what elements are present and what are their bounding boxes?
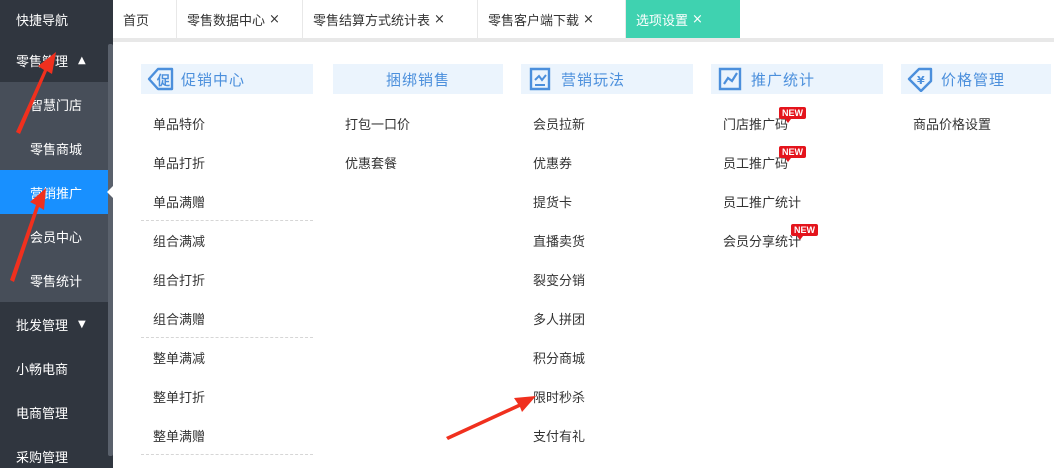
menu-item[interactable]: 员工推广统计 bbox=[711, 182, 883, 221]
menu-item[interactable]: 优惠套餐 bbox=[333, 143, 503, 182]
menu-item[interactable]: 支付有礼 bbox=[521, 416, 693, 455]
sidebar-quick-nav[interactable]: 快捷导航 bbox=[0, 0, 113, 38]
sidebar-retail-label: 零售管理 bbox=[16, 54, 69, 70]
column-title: 促销中心 bbox=[181, 70, 246, 89]
menu-item[interactable]: 整单满赠 bbox=[141, 416, 313, 455]
sidebar-item-label: 采购管理 bbox=[16, 450, 69, 466]
tab-label: 首页 bbox=[123, 13, 150, 29]
tab-retail-settlement[interactable]: 零售结算方式统计表 × bbox=[303, 0, 478, 38]
column-header[interactable]: 促 促销中心 bbox=[141, 64, 313, 94]
column-header[interactable]: 捆绑销售 bbox=[333, 64, 503, 94]
tab-label: 零售数据中心 bbox=[187, 13, 266, 29]
new-badge: NEW bbox=[791, 224, 818, 240]
menu-item-label: 员工推广统计 bbox=[723, 196, 802, 211]
column-title: 价格管理 bbox=[941, 70, 1006, 89]
sidebar-item-xiaochang-ecommerce[interactable]: 小畅电商 bbox=[0, 346, 113, 390]
menu-item[interactable]: 组合打折 bbox=[141, 260, 313, 299]
sidebar-item-member-center[interactable]: 会员中心 bbox=[0, 214, 113, 258]
chart-icon bbox=[715, 66, 745, 92]
sidebar-item-retail-stats[interactable]: 零售统计 bbox=[0, 258, 113, 302]
menu-item[interactable]: 门店推广码 NEW bbox=[711, 104, 883, 143]
menu-item[interactable]: 提货卡 bbox=[521, 182, 693, 221]
menu-item[interactable]: 组合满减 bbox=[141, 221, 313, 260]
sidebar-item-label: 电商管理 bbox=[16, 406, 69, 422]
sidebar-quick-nav-label: 快捷导航 bbox=[16, 13, 69, 29]
tab-retail-client-download[interactable]: 零售客户端下载 × bbox=[478, 0, 626, 38]
tab-label: 选项设置 bbox=[636, 13, 689, 29]
marketing-menu-panel: 促 促销中心 单品特价 单品打折 单品满赠 组合满减 组合打折 组合满赠 整单满… bbox=[113, 42, 1054, 468]
menu-item[interactable]: 优惠券 bbox=[521, 143, 693, 182]
new-badge: NEW bbox=[779, 146, 806, 162]
caret-down-icon: ▼ bbox=[78, 318, 86, 330]
svg-text:促: 促 bbox=[156, 73, 171, 89]
menu-item[interactable]: 单品特价 bbox=[141, 104, 313, 143]
column-header[interactable]: 营销玩法 bbox=[521, 64, 693, 94]
menu-item[interactable]: 商品价格设置 bbox=[901, 104, 1051, 143]
column-items: 会员拉新 优惠券 提货卡 直播卖货 裂变分销 多人拼团 积分商城 限时秒杀 支付… bbox=[521, 104, 693, 455]
menu-item[interactable]: 员工推广码 NEW bbox=[711, 143, 883, 182]
column-header[interactable]: 推广统计 bbox=[711, 64, 883, 94]
menu-item[interactable]: 打包一口价 bbox=[333, 104, 503, 143]
tab-home[interactable]: 首页 bbox=[113, 0, 177, 38]
menu-item[interactable]: 裂变分销 bbox=[521, 260, 693, 299]
column-marketing-play: 营销玩法 会员拉新 优惠券 提货卡 直播卖货 裂变分销 多人拼团 积分商城 限时… bbox=[521, 64, 693, 455]
menu-item-flash-sale[interactable]: 限时秒杀 bbox=[521, 377, 693, 416]
sidebar-wholesale-label: 批发管理 bbox=[16, 318, 69, 334]
menu-item[interactable]: 会员分享统计 NEW bbox=[711, 221, 883, 260]
column-items: 单品特价 单品打折 单品满赠 组合满减 组合打折 组合满赠 整单满减 整单打折 … bbox=[141, 104, 313, 455]
sidebar-item-label: 会员中心 bbox=[30, 230, 83, 246]
tab-option-settings[interactable]: 选项设置 × bbox=[626, 0, 740, 38]
menu-item[interactable]: 整单打折 bbox=[141, 377, 313, 416]
close-icon[interactable]: × bbox=[434, 12, 445, 27]
column-promotion-center: 促 促销中心 单品特价 单品打折 单品满赠 组合满减 组合打折 组合满赠 整单满… bbox=[141, 64, 313, 455]
close-icon[interactable]: × bbox=[269, 12, 280, 27]
menu-item[interactable]: 整单满减 bbox=[141, 338, 313, 377]
menu-item[interactable]: 单品打折 bbox=[141, 143, 313, 182]
column-header[interactable]: ¥ 价格管理 bbox=[901, 64, 1051, 94]
caret-up-icon: ▲ bbox=[78, 54, 86, 66]
close-icon[interactable]: × bbox=[583, 12, 594, 27]
svg-text:¥: ¥ bbox=[917, 74, 925, 87]
column-items: 门店推广码 NEW 员工推广码 NEW 员工推广统计 会员分享统计 NEW bbox=[711, 104, 883, 260]
new-badge: NEW bbox=[779, 107, 806, 123]
sidebar-item-label: 零售统计 bbox=[30, 274, 83, 290]
price-icon: ¥ bbox=[905, 66, 935, 92]
sidebar-item-label: 营销推广 bbox=[30, 186, 83, 202]
close-icon[interactable]: × bbox=[692, 12, 703, 27]
menu-item[interactable]: 积分商城 bbox=[521, 338, 693, 377]
tab-label: 零售结算方式统计表 bbox=[313, 13, 431, 29]
column-title: 营销玩法 bbox=[561, 70, 626, 89]
sidebar-item-purchase-mgmt[interactable]: 采购管理 bbox=[0, 434, 113, 468]
promotion-icon: 促 bbox=[145, 66, 175, 92]
sidebar-item-label: 小畅电商 bbox=[16, 362, 69, 378]
sidebar-wholesale[interactable]: 批发管理 ▼ bbox=[0, 302, 113, 346]
sidebar-item-smart-store[interactable]: 智慧门店 bbox=[0, 82, 113, 126]
column-title: 推广统计 bbox=[751, 70, 816, 89]
menu-item[interactable]: 组合满赠 bbox=[141, 299, 313, 338]
menu-item[interactable]: 多人拼团 bbox=[521, 299, 693, 338]
column-price-management: ¥ 价格管理 商品价格设置 bbox=[901, 64, 1051, 143]
tab-bar: 首页 零售数据中心 × 零售结算方式统计表 × 零售客户端下载 × 选项设置 × bbox=[113, 0, 1054, 38]
sidebar-item-marketing[interactable]: 营销推广 bbox=[0, 170, 113, 214]
column-items: 打包一口价 优惠套餐 bbox=[333, 104, 503, 182]
sidebar-item-ecommerce-mgmt[interactable]: 电商管理 bbox=[0, 390, 113, 434]
menu-item-label: 会员分享统计 bbox=[723, 235, 802, 250]
sidebar-retail[interactable]: 零售管理 ▲ bbox=[0, 38, 113, 82]
sidebar: 快捷导航 零售管理 ▲ 智慧门店 零售商城 营销推广 会员中心 零售统计 批发管… bbox=[0, 0, 113, 468]
column-title: 捆绑销售 bbox=[385, 70, 450, 89]
tab-label: 零售客户端下载 bbox=[488, 13, 580, 29]
menu-item[interactable]: 单品满赠 bbox=[141, 182, 313, 221]
sidebar-item-label: 零售商城 bbox=[30, 142, 83, 158]
tab-retail-data-center[interactable]: 零售数据中心 × bbox=[177, 0, 303, 38]
column-promotion-stats: 推广统计 门店推广码 NEW 员工推广码 NEW 员工推广统计 会员分享统计 N… bbox=[711, 64, 883, 260]
column-items: 商品价格设置 bbox=[901, 104, 1051, 143]
sidebar-item-retail-mall[interactable]: 零售商城 bbox=[0, 126, 113, 170]
sidebar-item-label: 智慧门店 bbox=[30, 98, 83, 114]
menu-item[interactable]: 会员拉新 bbox=[521, 104, 693, 143]
column-bundle-sales: 捆绑销售 打包一口价 优惠套餐 bbox=[333, 64, 503, 182]
menu-item[interactable]: 直播卖货 bbox=[521, 221, 693, 260]
marketing-icon bbox=[525, 66, 555, 92]
